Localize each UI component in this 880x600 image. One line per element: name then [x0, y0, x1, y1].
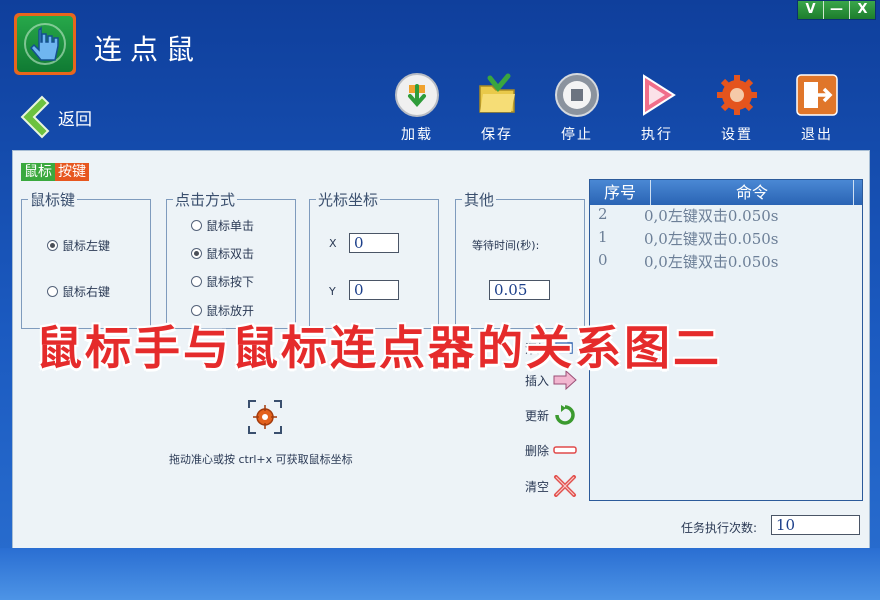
- y-coordinate-field[interactable]: 0: [349, 280, 399, 300]
- row-index: 0: [598, 251, 608, 269]
- other-group: 其他: [455, 189, 585, 329]
- press-label: 鼠标按下: [206, 275, 255, 289]
- app-logo: [14, 13, 76, 75]
- minus-icon: [553, 446, 577, 454]
- minimize-button[interactable]: —: [823, 1, 849, 19]
- radio-icon: [47, 286, 58, 297]
- bottom-bar: [0, 548, 880, 600]
- section-tag: 鼠标 按键: [21, 163, 89, 181]
- radio-icon: [191, 248, 202, 259]
- clear-label: 清空: [525, 479, 550, 494]
- y-label: Y: [329, 285, 336, 298]
- section-tag-mouse: 鼠标: [21, 163, 55, 181]
- row-command: 0,0左键双击0.050s: [644, 207, 779, 225]
- exit-icon: [796, 74, 838, 116]
- collapse-button[interactable]: V: [798, 1, 823, 19]
- back-label: 返回: [58, 109, 92, 130]
- settings-button[interactable]: 设置: [702, 72, 772, 144]
- overlay-caption: 鼠标手与鼠标连点器的关系图二: [36, 321, 722, 375]
- header-command: 命令: [651, 180, 854, 205]
- row-command: 0,0左键双击0.050s: [644, 230, 779, 248]
- row-command: 0,0左键双击0.050s: [644, 253, 779, 271]
- stop-label: 停止: [561, 127, 593, 143]
- stop-icon: [555, 73, 599, 117]
- mouse-key-group: 鼠标键: [21, 189, 151, 329]
- radio-icon: [47, 240, 58, 251]
- radio-double-click[interactable]: 鼠标双击: [191, 245, 254, 262]
- radio-right-button[interactable]: 鼠标右键: [47, 283, 110, 300]
- x-coordinate-field[interactable]: 0: [349, 233, 399, 253]
- radio-press[interactable]: 鼠标按下: [191, 273, 254, 290]
- wait-time-label: 等待时间(秒):: [472, 239, 540, 252]
- settings-label: 设置: [721, 127, 753, 143]
- wait-time-field[interactable]: 0.05: [489, 280, 550, 300]
- update-label: 更新: [525, 408, 550, 423]
- table-row[interactable]: 2 0,0左键双击0.050s: [590, 205, 862, 228]
- radio-left-label: 鼠标左键: [62, 239, 111, 253]
- crosshair-hint: 拖动准心或按 ctrl+x 可获取鼠标坐标: [169, 453, 353, 466]
- double-click-label: 鼠标双击: [206, 247, 255, 261]
- load-icon: [395, 73, 439, 117]
- app-window: V — X 连点鼠 返回 加载 保存 停止 执行 设置 退出 鼠标 按键 鼠标键…: [0, 0, 880, 600]
- load-label: 加载: [401, 127, 433, 143]
- run-label: 执行: [641, 127, 673, 143]
- delete-label: 删除: [525, 443, 550, 458]
- section-tag-key: 按键: [55, 163, 89, 181]
- exit-button[interactable]: 退出: [782, 72, 852, 144]
- task-count-field[interactable]: 10: [771, 515, 860, 535]
- task-count-label: 任务执行次数:: [681, 521, 758, 535]
- back-arrow-icon: [20, 95, 50, 139]
- crosshair-icon[interactable]: [247, 399, 283, 435]
- app-title: 连点鼠: [94, 33, 203, 66]
- table-row[interactable]: 1 0,0左键双击0.050s: [590, 228, 862, 251]
- table-row[interactable]: 0 0,0左键双击0.050s: [590, 251, 862, 274]
- play-icon: [643, 74, 676, 116]
- radio-icon: [191, 276, 202, 287]
- mouse-key-legend: 鼠标键: [30, 191, 76, 209]
- click-mode-legend: 点击方式: [175, 191, 236, 209]
- close-button[interactable]: X: [849, 1, 875, 19]
- command-list-header: 序号 命令: [590, 180, 862, 205]
- hand-cursor-icon: [17, 16, 73, 72]
- row-index: 2: [598, 205, 608, 223]
- radio-left-button[interactable]: 鼠标左键: [47, 237, 110, 254]
- refresh-icon: [555, 405, 575, 425]
- run-button[interactable]: 执行: [622, 72, 692, 144]
- cursor-coord-legend: 光标坐标: [318, 191, 379, 209]
- stop-button[interactable]: 停止: [542, 72, 612, 144]
- delete-button[interactable]: 删除: [525, 439, 578, 461]
- close-icon: [554, 475, 577, 497]
- gear-icon: [717, 75, 757, 115]
- window-controls: V — X: [797, 0, 876, 20]
- folder-icon: [479, 73, 515, 113]
- save-label: 保存: [481, 127, 513, 143]
- load-button[interactable]: 加载: [382, 72, 452, 144]
- save-button[interactable]: 保存: [462, 72, 532, 144]
- x-label: X: [329, 237, 337, 250]
- exit-label: 退出: [801, 127, 833, 143]
- radio-icon: [191, 220, 202, 231]
- other-legend: 其他: [464, 191, 495, 209]
- cursor-coord-group: 光标坐标: [309, 189, 439, 329]
- row-index: 1: [598, 228, 608, 246]
- back-button[interactable]: 返回: [16, 92, 92, 142]
- header-index: 序号: [590, 180, 651, 205]
- radio-single-click[interactable]: 鼠标单击: [191, 217, 254, 234]
- update-button[interactable]: 更新: [525, 404, 578, 426]
- radio-right-label: 鼠标右键: [62, 285, 111, 299]
- clear-button[interactable]: 清空: [525, 475, 578, 497]
- single-click-label: 鼠标单击: [206, 219, 255, 233]
